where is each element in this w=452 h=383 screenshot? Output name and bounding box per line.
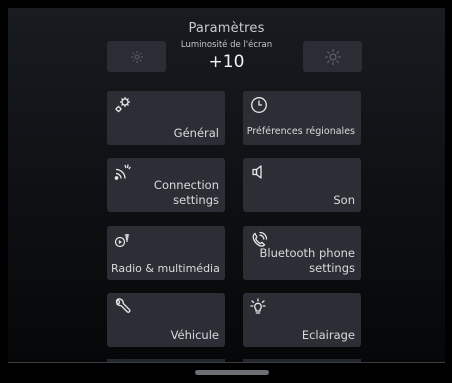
tile-label-line: settings (309, 261, 355, 275)
tile-sound[interactable]: Son (243, 158, 361, 212)
tile-vehicle[interactable]: Véhicule (107, 293, 225, 347)
drawer-handle[interactable] (195, 370, 269, 375)
clock-icon (251, 97, 267, 113)
tile-label: Son (333, 193, 355, 207)
tile-lighting[interactable]: Eclairage (243, 293, 361, 347)
tile-regional-preferences[interactable]: Préférences régionales (243, 91, 361, 145)
tile-bluetooth-phone-settings[interactable]: Bluetooth phone settings (243, 226, 361, 280)
tile-general[interactable]: Général (107, 91, 225, 145)
tile-label: Véhicule (170, 328, 219, 342)
page-title: Paramètres (188, 21, 265, 36)
sun-dim-icon (130, 50, 143, 63)
tile-radio-multimedia[interactable]: Radio & multimédia (107, 226, 225, 280)
speaker-icon (252, 165, 262, 179)
tile-label-line: settings (173, 193, 219, 207)
brightness-display: Luminosité de l'écran +10 (178, 38, 275, 78)
brightness-value: +10 (208, 52, 245, 72)
tile-label: Général (173, 126, 219, 140)
gears-icon (115, 97, 130, 113)
tile-connection-settings[interactable]: Connection settings (107, 158, 225, 212)
brightness-decrease-button[interactable] (107, 41, 166, 72)
radio-media-icon (114, 234, 130, 248)
sun-bright-icon (324, 48, 341, 65)
tile-label: Bluetooth phone settings (260, 246, 355, 276)
wrench-icon (115, 298, 131, 313)
tile-label: Eclairage (301, 328, 355, 342)
tile-label-line: Connection (153, 178, 219, 192)
lightbulb-icon (250, 298, 266, 314)
tile-label-line: Bluetooth phone (259, 246, 355, 260)
wireless-icon (114, 164, 131, 180)
tile-label: Radio & multimédia (111, 262, 220, 275)
brightness-label: Luminosité de l'écran (180, 40, 273, 50)
tile-label: Connection settings (154, 178, 219, 208)
brightness-increase-button[interactable] (303, 41, 362, 72)
tile-label: Préférences régionales (246, 126, 355, 137)
settings-screen: Paramètres Luminosité de l'écran +10 Gén… (8, 8, 445, 377)
